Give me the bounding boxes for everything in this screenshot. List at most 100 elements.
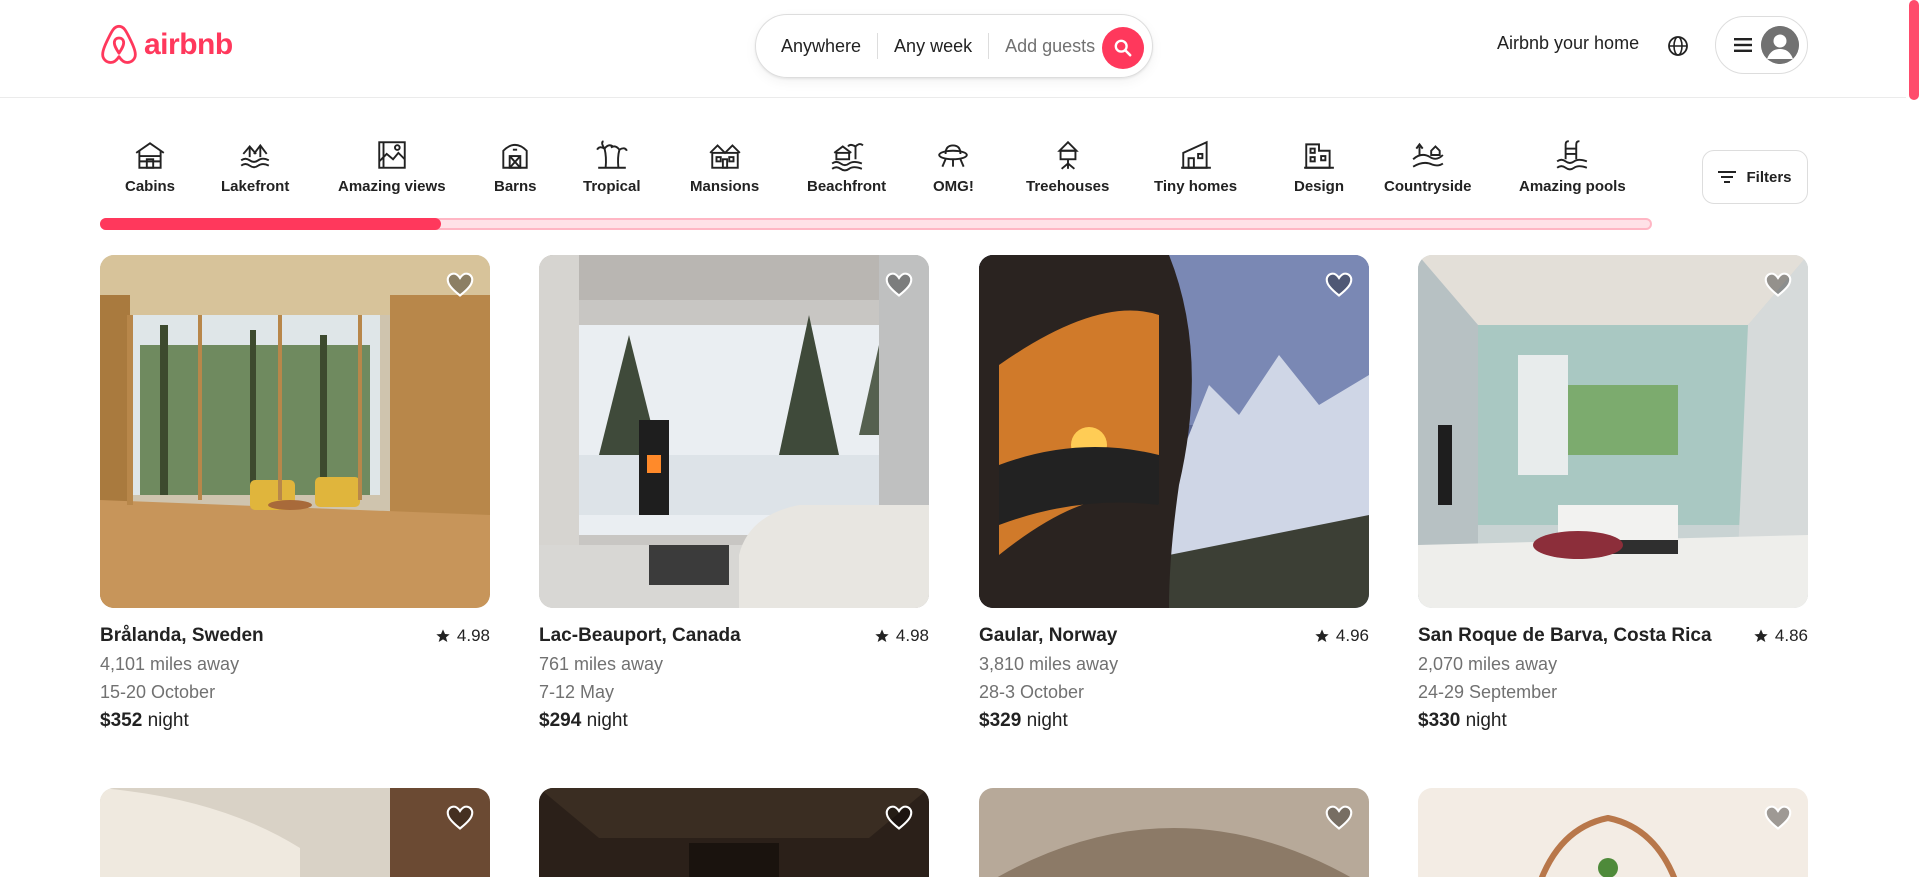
category-scroll-track[interactable] (100, 218, 1652, 230)
category-label: OMG! (933, 178, 974, 195)
heart-icon[interactable] (885, 271, 913, 299)
pool-icon (1556, 140, 1588, 171)
category-beachfront[interactable]: Beachfront (807, 138, 886, 195)
category-amazing-pools[interactable]: Amazing pools (1519, 138, 1626, 195)
listing-distance: 2,070 miles away (1418, 654, 1558, 674)
listing-dates: 7-12 May (539, 682, 615, 702)
design-icon (1304, 143, 1334, 169)
price-unit: night (147, 710, 189, 731)
heart-icon[interactable] (446, 804, 474, 832)
rating-value: 4.86 (1774, 626, 1808, 645)
listing-card-partial[interactable] (979, 788, 1369, 877)
airbnb-logo[interactable]: airbnb (100, 24, 233, 66)
category-mansions[interactable]: Mansions (690, 138, 759, 195)
search-guests[interactable]: Add guests (989, 33, 1111, 59)
category-barns[interactable]: Barns (494, 138, 537, 195)
price-amount: $329 (979, 710, 1022, 731)
listing-photo-image (1418, 255, 1808, 608)
listing-rating: 4.96 (1314, 626, 1369, 646)
listing-photo[interactable] (100, 255, 490, 608)
category-design[interactable]: Design (1294, 138, 1344, 195)
category-amazing-views[interactable]: Amazing views (338, 138, 446, 195)
top-header: airbnb Anywhere Any week Add guests Airb… (0, 0, 1920, 98)
listing-card[interactable]: Gaular, Norway 4.96 3,810 miles away 28-… (979, 255, 1369, 732)
heart-icon[interactable] (1764, 804, 1792, 832)
category-bar: Cabins Lakefront Amazing views Barns Tro… (100, 130, 1652, 225)
category-countryside[interactable]: Countryside (1384, 138, 1472, 195)
category-lakefront[interactable]: Lakefront (221, 138, 289, 195)
search-button[interactable] (1102, 27, 1144, 69)
listing-card[interactable]: Lac-Beauport, Canada 4.98 761 miles away… (539, 255, 929, 732)
star-icon (1315, 629, 1329, 642)
listing-distance: 3,810 miles away (979, 654, 1119, 674)
category-treehouses[interactable]: Treehouses (1026, 138, 1109, 195)
listing-price: $329 night (979, 710, 1369, 732)
beachfront-icon (831, 143, 864, 172)
listing-card-partial[interactable] (539, 788, 929, 877)
airbnb-your-home-link[interactable]: Airbnb your home (1497, 33, 1639, 54)
category-omg[interactable]: OMG! (933, 138, 974, 195)
listing-photo-image (1418, 788, 1808, 877)
listing-price: $352 night (100, 710, 490, 732)
search-bar[interactable]: Anywhere Any week Add guests (755, 14, 1153, 78)
category-label: Tiny homes (1154, 178, 1238, 195)
listing-dates: 28-3 October (979, 682, 1085, 702)
heart-icon[interactable] (446, 271, 474, 299)
airbnb-logo-icon (101, 24, 137, 64)
mansion-icon (709, 144, 741, 169)
listing-price: $330 night (1418, 710, 1808, 732)
listing-card[interactable]: San Roque de Barva, Costa Rica 4.86 2,07… (1418, 255, 1808, 732)
category-label: Barns (494, 178, 537, 195)
listing-rating: 4.98 (435, 626, 490, 646)
listing-title: Brålanda, Sweden (100, 625, 264, 646)
star-icon (1754, 629, 1768, 642)
user-avatar-icon (1761, 26, 1799, 64)
brand-name: airbnb (144, 28, 233, 61)
filters-button[interactable]: Filters (1702, 150, 1808, 204)
listing-photo-image (979, 255, 1369, 608)
tiny-home-icon (1180, 140, 1211, 169)
listing-photo[interactable] (539, 255, 929, 608)
heart-icon[interactable] (1325, 271, 1353, 299)
listing-distance: 761 miles away (539, 654, 664, 674)
heart-icon[interactable] (885, 804, 913, 832)
listing-rating: 4.86 (1753, 626, 1808, 646)
search-dates[interactable]: Any week (878, 33, 988, 59)
listing-card-partial[interactable] (1418, 788, 1808, 877)
globe-icon[interactable] (1666, 34, 1690, 58)
heart-icon[interactable] (1325, 804, 1353, 832)
category-cabins[interactable]: Cabins (125, 138, 175, 195)
category-tropical[interactable]: Tropical (583, 138, 641, 195)
scrollbar-thumb[interactable] (1909, 0, 1919, 100)
category-label: Amazing views (338, 178, 446, 195)
category-label: Beachfront (807, 178, 887, 195)
listing-title: Gaular, Norway (979, 625, 1118, 646)
search-location[interactable]: Anywhere (756, 33, 877, 59)
rating-value: 4.96 (1335, 626, 1369, 645)
price-amount: $352 (100, 710, 143, 731)
omg-icon (938, 144, 969, 168)
user-menu-button[interactable] (1715, 16, 1808, 74)
listing-photo[interactable] (979, 255, 1369, 608)
rating-value: 4.98 (895, 626, 929, 645)
search-icon (1114, 39, 1132, 57)
listing-card-partial[interactable] (100, 788, 490, 877)
listing-photo-image (100, 255, 490, 608)
page-scrollbar[interactable] (1906, 0, 1920, 877)
price-unit: night (586, 710, 628, 731)
price-unit: night (1465, 710, 1507, 731)
price-amount: $294 (539, 710, 582, 731)
listing-distance: 4,101 miles away (100, 654, 240, 674)
treehouse-icon (1056, 140, 1079, 170)
category-label: Treehouses (1026, 178, 1110, 195)
category-tiny-homes[interactable]: Tiny homes (1154, 138, 1237, 195)
listing-card[interactable]: Brålanda, Sweden 4.98 4,101 miles away 1… (100, 255, 490, 732)
listing-title: San Roque de Barva, Costa Rica (1418, 625, 1712, 646)
listing-photo[interactable] (1418, 255, 1808, 608)
heart-icon[interactable] (1764, 271, 1792, 299)
price-amount: $330 (1418, 710, 1461, 731)
listing-title: Lac-Beauport, Canada (539, 625, 741, 646)
listing-photo-image (979, 788, 1369, 877)
barn-icon (502, 143, 528, 169)
category-label: Tropical (583, 178, 641, 195)
